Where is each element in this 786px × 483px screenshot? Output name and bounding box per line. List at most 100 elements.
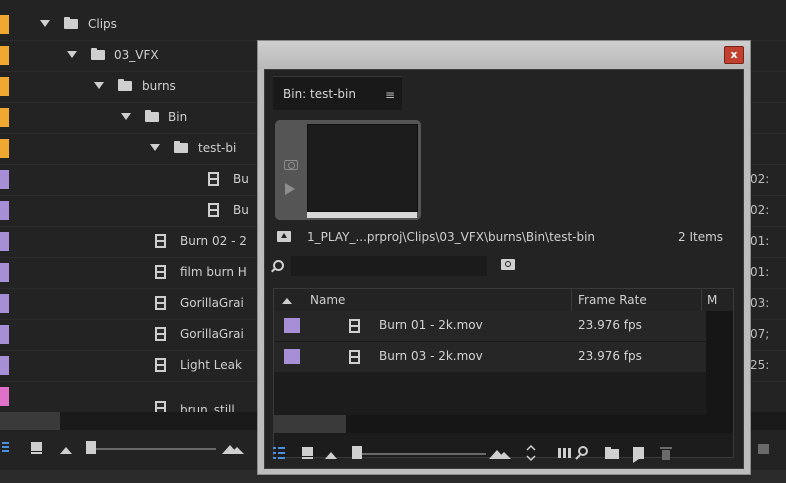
- tree-row-label: Clips: [88, 17, 117, 31]
- film-clip-icon: [155, 296, 166, 310]
- list-view-icon[interactable]: [273, 447, 285, 459]
- zoom-in-icon[interactable]: [222, 445, 244, 454]
- expand-triangle-icon[interactable]: [67, 51, 77, 58]
- items-count: 2 Items: [678, 230, 724, 244]
- thumbnail-sidebar: [275, 120, 307, 220]
- film-clip-icon: [155, 234, 166, 248]
- label-color-chip[interactable]: [284, 349, 300, 364]
- bin-toolbar-icons: [273, 444, 672, 463]
- tab-label: Bin: test-bin: [283, 87, 356, 101]
- window-titlebar[interactable]: x: [258, 41, 750, 69]
- timecode-cell: 02:: [750, 203, 770, 217]
- zoom-out-icon[interactable]: [325, 452, 337, 459]
- column-divider[interactable]: [701, 289, 702, 311]
- folder-icon: [145, 110, 159, 122]
- bin-path-row: 1_PLAY_...prproj\Clips\03_VFX\burns\Bin\…: [265, 228, 743, 250]
- scrollbar-thumb[interactable]: [274, 415, 346, 433]
- folder-icon: [174, 141, 188, 153]
- play-icon[interactable]: [285, 183, 295, 195]
- column-divider[interactable]: [571, 289, 572, 311]
- list-header: Name Frame Rate M: [274, 289, 733, 312]
- label-color-chip: [0, 139, 9, 158]
- label-color-chip[interactable]: [284, 318, 300, 333]
- expand-triangle-icon[interactable]: [40, 20, 50, 27]
- label-color-chip: [0, 170, 9, 189]
- expand-triangle-icon[interactable]: [121, 113, 131, 120]
- label-color-chip: [0, 201, 9, 220]
- label-color-chip: [0, 15, 9, 34]
- column-header-frame-rate[interactable]: Frame Rate: [578, 293, 647, 307]
- close-button[interactable]: x: [724, 46, 744, 64]
- new-item-icon[interactable]: [633, 447, 644, 463]
- table-row[interactable]: Burn 01 - 2k.mov 23.976 fps: [274, 311, 706, 342]
- tree-row-label: 03_VFX: [114, 48, 159, 62]
- vertical-scrollbar[interactable]: [706, 311, 733, 415]
- bin-path: 1_PLAY_...prproj\Clips\03_VFX\burns\Bin\…: [307, 230, 596, 244]
- clear-icon[interactable]: [758, 444, 769, 454]
- list-view-icon[interactable]: [2, 442, 9, 452]
- timecode-cell: 25:: [750, 358, 770, 372]
- search-row: [265, 256, 743, 278]
- timecode-cell: 02:: [750, 172, 770, 186]
- tree-row-clips[interactable]: Clips: [0, 9, 786, 41]
- column-header-m[interactable]: M: [707, 293, 717, 307]
- bin-panel-body: 1_PLAY_...prproj\Clips\03_VFX\burns\Bin\…: [265, 110, 743, 468]
- film-clip-icon: [349, 350, 360, 364]
- bin-toolbar: [265, 438, 743, 468]
- panel-menu-icon[interactable]: ≡: [385, 88, 395, 102]
- clip-name: Burn 01 - 2k.mov: [379, 318, 483, 332]
- preview-thumbnail: [307, 124, 418, 212]
- automate-to-sequence-icon[interactable]: [558, 448, 571, 458]
- zoom-slider[interactable]: [352, 446, 486, 459]
- thumbnail-scrub-bar[interactable]: [307, 212, 417, 218]
- tree-row-label: GorillaGrai: [180, 327, 244, 341]
- tree-row-label: burns: [142, 79, 176, 93]
- search-icon: [273, 260, 284, 271]
- film-clip-icon: [155, 358, 166, 372]
- zoom-in-icon[interactable]: [489, 450, 511, 459]
- scrollbar-thumb[interactable]: [0, 412, 60, 430]
- tree-row-label: Bu: [233, 172, 249, 186]
- timecode-cell: 03:: [750, 296, 770, 310]
- timecode-cell: 01:: [750, 234, 770, 248]
- label-color-chip: [0, 263, 9, 282]
- tree-row-label: GorillaGrai: [180, 296, 244, 310]
- column-header-name[interactable]: Name: [310, 293, 345, 307]
- folder-icon: [91, 48, 105, 60]
- tab-bin-test-bin[interactable]: Bin: test-bin ≡: [273, 76, 402, 111]
- label-color-chip: [0, 325, 9, 344]
- film-clip-icon: [349, 319, 360, 333]
- up-folder-icon[interactable]: [277, 231, 291, 242]
- label-color-chip: [0, 356, 9, 375]
- zoom-slider[interactable]: [86, 441, 216, 454]
- frame-rate-cell: 23.976 fps: [578, 349, 642, 363]
- folder-icon: [64, 17, 78, 29]
- new-bin-icon[interactable]: [605, 447, 619, 459]
- find-icon[interactable]: [575, 446, 588, 460]
- new-search-bin-icon[interactable]: [501, 259, 515, 270]
- label-color-chip: [0, 46, 9, 65]
- tab-strip: Bin: test-bin ≡: [265, 70, 743, 111]
- label-color-chip: [0, 232, 9, 251]
- expand-triangle-icon[interactable]: [94, 82, 104, 89]
- sort-ascending-icon[interactable]: [282, 298, 292, 304]
- film-clip-icon: [208, 172, 219, 186]
- film-clip-icon: [208, 203, 219, 217]
- label-color-chip: [0, 387, 9, 406]
- folder-icon: [118, 79, 132, 91]
- expand-triangle-icon[interactable]: [150, 144, 160, 151]
- label-color-chip: [0, 294, 9, 313]
- floating-bin-window[interactable]: x Bin: test-bin ≡ 1_PLAY_...prproj\Clips…: [257, 40, 751, 475]
- bin-panel: Bin: test-bin ≡ 1_PLAY_...prproj\Clips\0…: [264, 69, 744, 469]
- zoom-out-icon[interactable]: [60, 447, 72, 454]
- table-row[interactable]: Burn 03 - 2k.mov 23.976 fps: [274, 342, 706, 373]
- tree-row-label: Light Leak: [180, 358, 242, 372]
- poster-frame-camera-icon[interactable]: [284, 160, 298, 170]
- icon-view-icon[interactable]: [31, 442, 42, 454]
- search-input[interactable]: [291, 256, 487, 276]
- tree-row-label: test-bi: [198, 141, 237, 155]
- clear-icon[interactable]: [660, 447, 672, 460]
- sort-icon[interactable]: [526, 444, 536, 462]
- icon-view-icon[interactable]: [302, 447, 313, 459]
- frame-rate-cell: 23.976 fps: [578, 318, 642, 332]
